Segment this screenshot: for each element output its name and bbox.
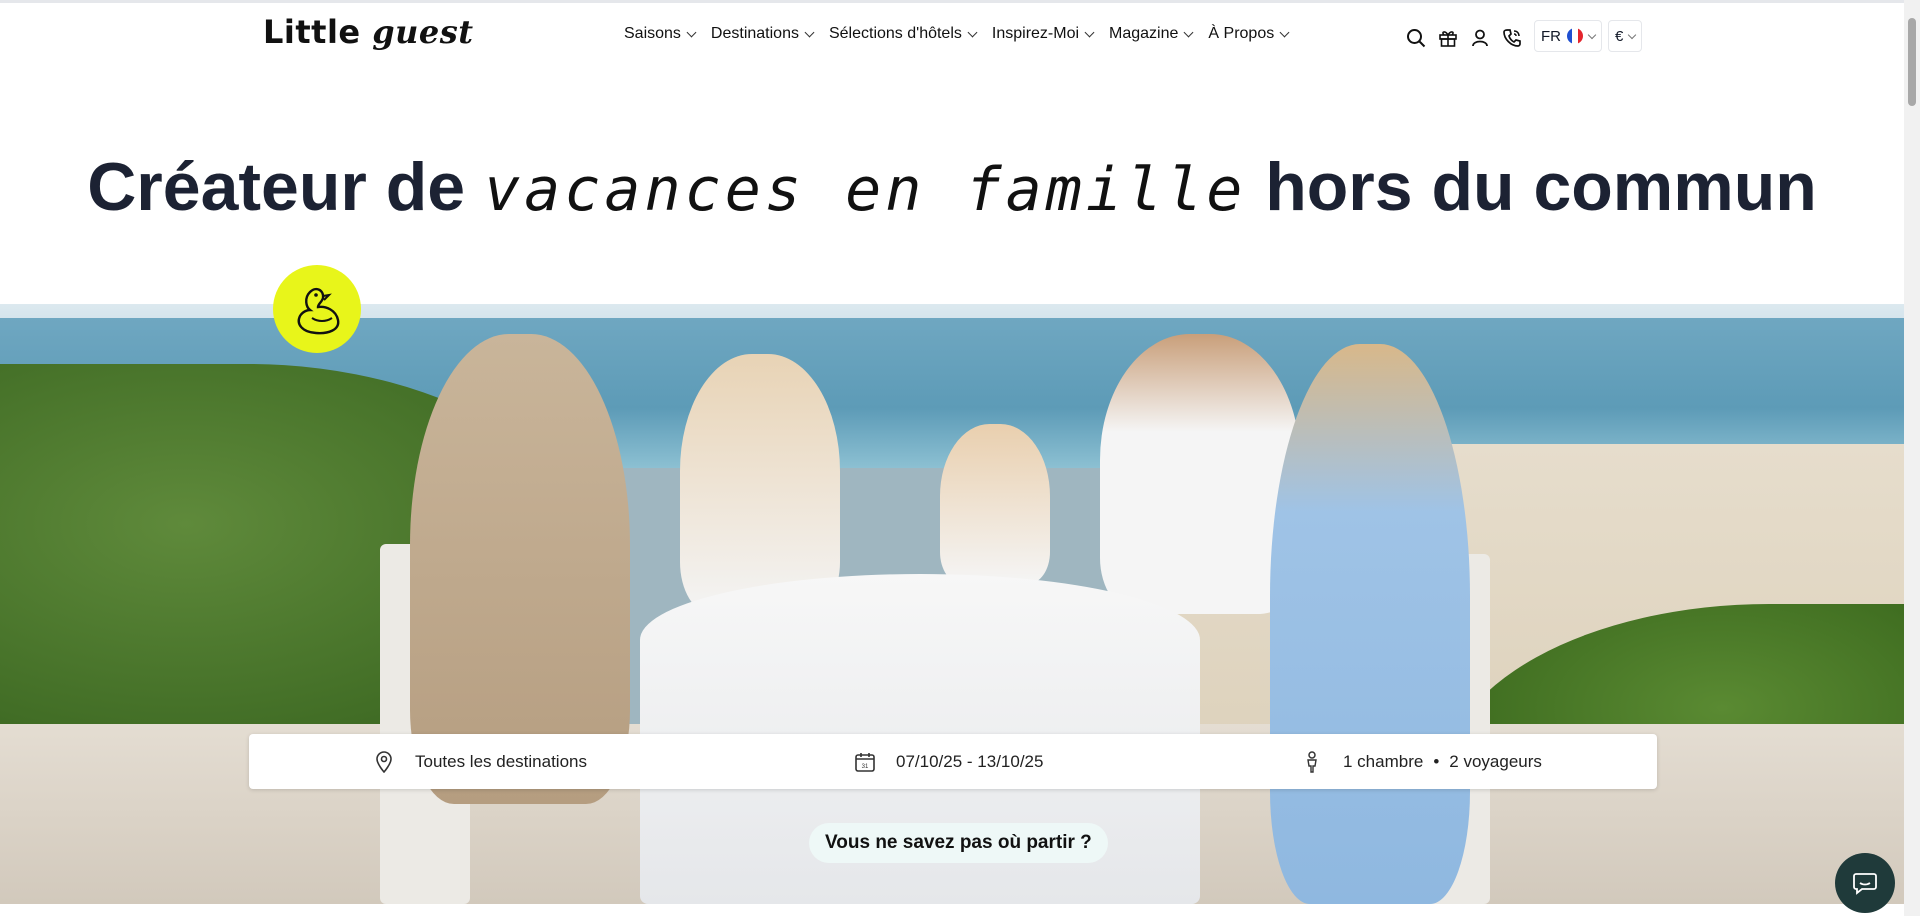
currency-selector[interactable]: € — [1608, 20, 1643, 52]
site-header: Little guest Saisons Destinations Sélect… — [0, 3, 1904, 67]
currency-symbol: € — [1615, 27, 1624, 45]
main-nav: Saisons Destinations Sélections d'hôtels… — [624, 25, 1304, 43]
nav-label: Destinations — [710, 25, 799, 42]
chat-button[interactable] — [1835, 853, 1895, 913]
search-bar: Toutes les destinations 31 07/10/25 - 13… — [249, 734, 1657, 789]
user-icon[interactable] — [1468, 26, 1492, 50]
location-pin-icon — [373, 750, 395, 773]
hero-person — [940, 424, 1050, 584]
page-scrollbar[interactable] — [1904, 0, 1920, 916]
chevron-down-icon — [1628, 30, 1637, 39]
chevron-down-icon — [1183, 27, 1194, 37]
chevron-down-icon — [967, 27, 978, 37]
nav-label: À Propos — [1208, 25, 1275, 42]
nav-label: Magazine — [1109, 25, 1179, 42]
hero-title-part-1: Créateur de — [87, 149, 484, 225]
destination-field[interactable]: Toutes les destinations — [373, 734, 587, 789]
hero-image — [0, 304, 1904, 904]
nav-item-magazine[interactable]: Magazine — [1109, 25, 1194, 43]
hero-title: Créateur de vacances en famille hors du … — [0, 148, 1904, 226]
scrollbar-thumb[interactable] — [1908, 18, 1916, 106]
hero-title-part-2: hors du commun — [1246, 149, 1817, 225]
inspiration-button[interactable]: Vous ne savez pas où partir ? — [809, 823, 1108, 863]
phone-icon[interactable] — [1500, 26, 1524, 50]
logo-text-little: Little — [263, 13, 361, 51]
logo[interactable]: Little guest — [263, 13, 474, 51]
chevron-down-icon — [1084, 27, 1095, 37]
logo-text-guest: guest — [372, 13, 474, 51]
nav-item-saisons[interactable]: Saisons — [624, 25, 697, 43]
hero-person — [680, 354, 840, 614]
france-flag-icon — [1567, 28, 1583, 44]
nav-label: Sélections d'hôtels — [828, 25, 962, 42]
chevron-down-icon — [804, 27, 815, 37]
nav-label: Saisons — [624, 25, 681, 42]
destination-value: Toutes les destinations — [415, 751, 587, 771]
chevron-down-icon — [686, 27, 697, 37]
nav-item-inspirez-moi[interactable]: Inspirez-Moi — [991, 25, 1095, 43]
nav-item-destinations[interactable]: Destinations — [710, 25, 815, 43]
language-selector[interactable]: FR — [1534, 20, 1602, 52]
header-tools: FR € — [1404, 20, 1643, 52]
rooms-value: 1 chambre — [1343, 751, 1424, 771]
svg-text:31: 31 — [862, 764, 869, 770]
duck-icon — [297, 287, 340, 335]
gift-icon[interactable] — [1436, 26, 1460, 50]
travelers-value: 2 voyageurs — [1449, 751, 1542, 771]
hero-person — [1270, 344, 1470, 904]
chat-icon — [1853, 873, 1877, 895]
child-icon — [1301, 750, 1323, 773]
chevron-down-icon — [1587, 30, 1597, 39]
dates-field[interactable]: 31 07/10/25 - 13/10/25 — [854, 734, 1043, 789]
language-code: FR — [1541, 27, 1561, 45]
hero-title-script: vacances en famille — [484, 155, 1247, 225]
chevron-down-icon — [1279, 27, 1290, 37]
guests-field[interactable]: 1 chambre • 2 voyageurs — [1301, 734, 1542, 789]
dates-value: 07/10/25 - 13/10/25 — [896, 751, 1044, 771]
duck-badge — [273, 265, 361, 353]
nav-label: Inspirez-Moi — [991, 25, 1080, 42]
separator-dot: • — [1433, 751, 1440, 771]
nav-item-a-propos[interactable]: À Propos — [1208, 25, 1290, 43]
search-icon[interactable] — [1404, 26, 1428, 50]
nav-item-selections-hotels[interactable]: Sélections d'hôtels — [828, 25, 978, 43]
calendar-icon: 31 — [854, 751, 876, 773]
